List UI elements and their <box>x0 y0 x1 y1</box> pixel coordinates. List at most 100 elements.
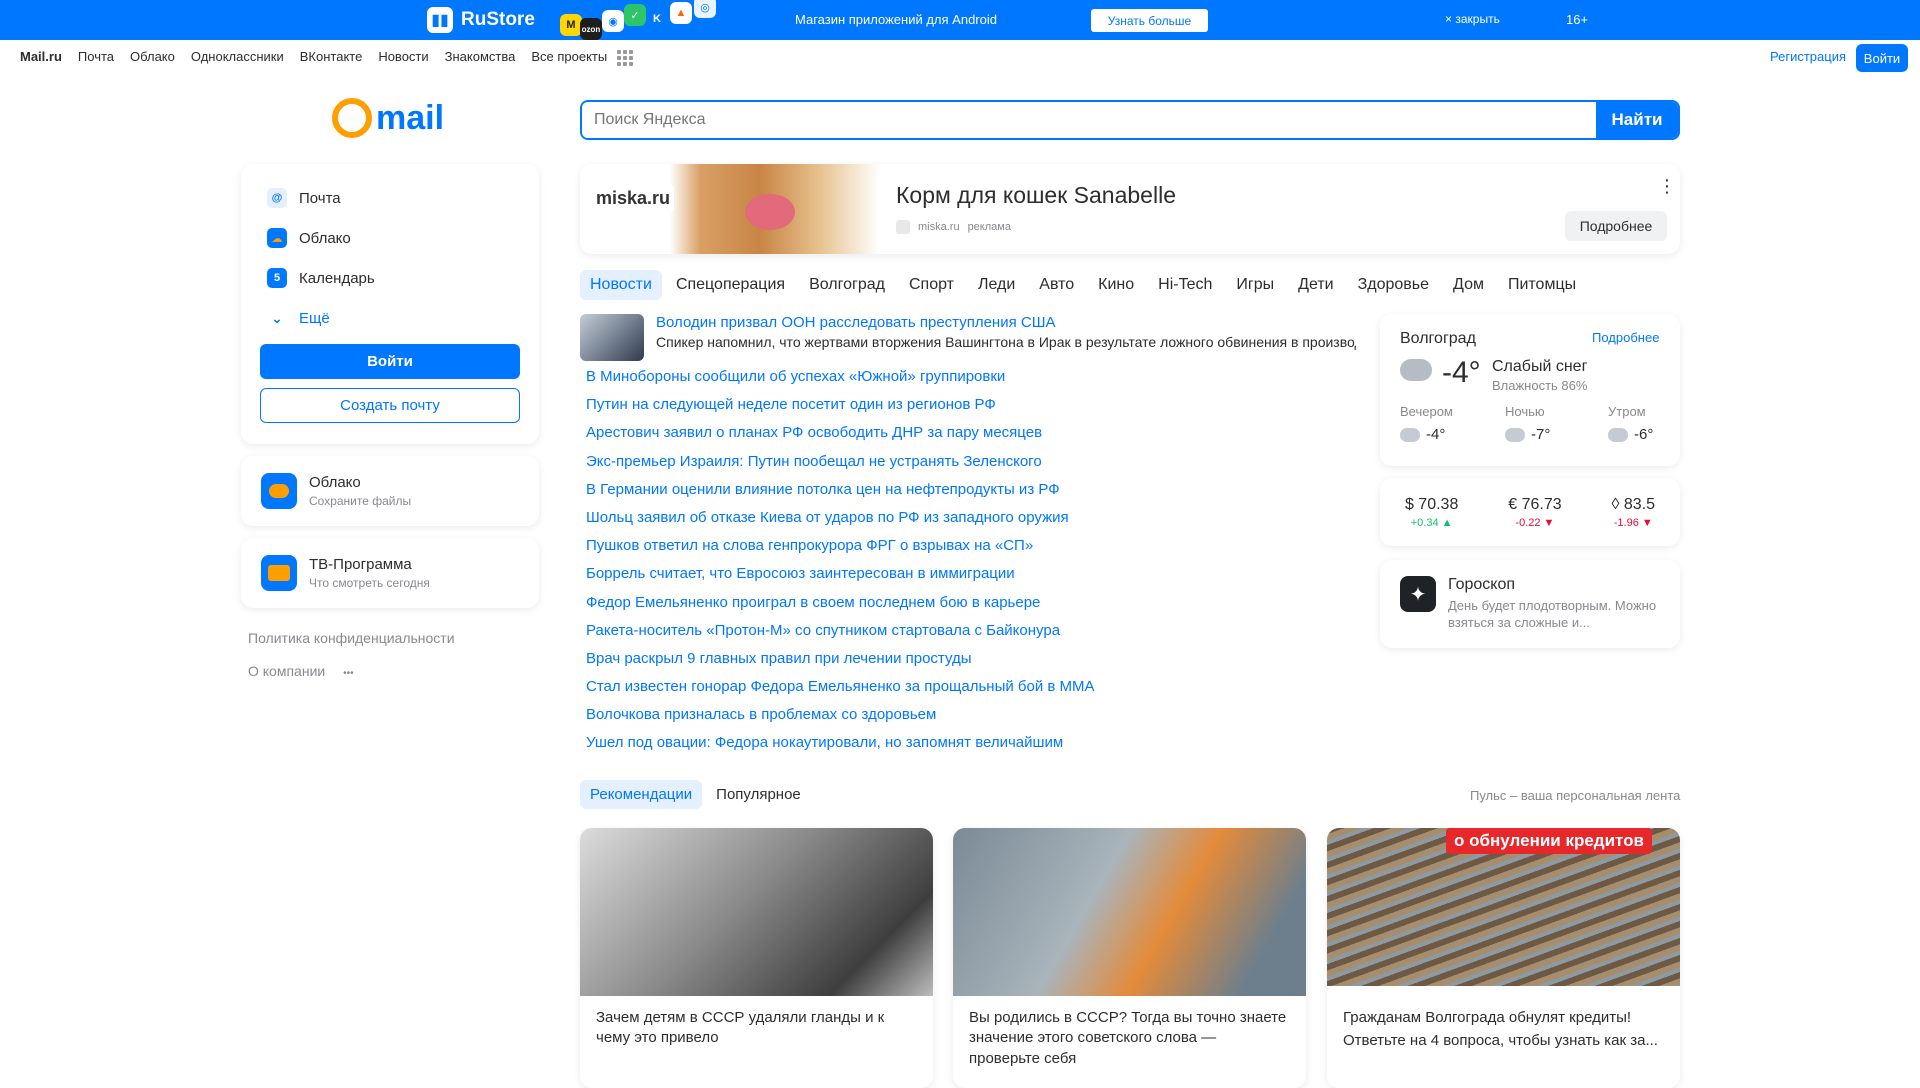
portal-login-button[interactable]: Войти <box>1856 44 1908 72</box>
tab-lady[interactable]: Леди <box>968 270 1025 300</box>
news-item[interactable]: Волочкова призналась в проблемах со здор… <box>586 706 1095 734</box>
news-item[interactable]: Ушел под овации: Федора нокаутировали, н… <box>586 734 1095 762</box>
tab-popular[interactable]: Популярное <box>706 780 811 809</box>
service-cloud[interactable]: ☁ Облако <box>241 218 539 258</box>
about-link[interactable]: О компании <box>248 663 325 679</box>
login-button[interactable]: Войти <box>260 344 520 379</box>
weather-city: Волгоград <box>1400 330 1476 347</box>
weather-widget[interactable]: Волгоград Подробнее -4° Слабый снег Влаж… <box>1380 314 1680 466</box>
tab-health[interactable]: Здоровье <box>1348 270 1439 300</box>
news-item[interactable]: В Германии оценили влияние потолка цен н… <box>586 481 1095 509</box>
ad-card[interactable]: miska.ru Корм для кошек Sanabelle miska.… <box>580 164 1680 254</box>
create-mail-button[interactable]: Создать почту <box>260 388 520 423</box>
feed-card-title: Вы родились в СССР? Тогда вы точно знает… <box>969 1009 1287 1067</box>
portal-link-mail[interactable]: Почта <box>78 49 114 66</box>
currency-eur[interactable]: € 76.73 -0.22 ▼ <box>1508 496 1561 529</box>
banner-close-button[interactable]: × закрыть <box>1445 12 1500 26</box>
service-calendar[interactable]: 5 Календарь <box>241 258 539 298</box>
feed-card[interactable]: Зачем детям в СССР удаляли гланды и к че… <box>580 828 933 1088</box>
pulse-feed-note[interactable]: Пульс – ваша персональная лента <box>1470 788 1680 803</box>
tv-card[interactable]: ТВ-Программа Что смотреть сегодня <box>241 538 539 608</box>
tab-pets[interactable]: Питомцы <box>1498 270 1586 300</box>
ad-title[interactable]: Корм для кошек Sanabelle <box>896 182 1176 209</box>
horoscope-title: Гороскоп <box>1448 576 1516 593</box>
register-link[interactable]: Регистрация <box>1770 49 1846 64</box>
weather-more-link[interactable]: Подробнее <box>1592 330 1659 345</box>
weather-period-label: Ночью <box>1505 404 1545 419</box>
app-icon: ◎ <box>694 0 716 18</box>
tab-special-op[interactable]: Спецоперация <box>666 270 795 300</box>
currency-delta: -0.22 ▼ <box>1515 516 1555 529</box>
tab-sport[interactable]: Спорт <box>899 270 964 300</box>
feed-card-image: о обнулении кредитов <box>1327 828 1680 986</box>
privacy-link[interactable]: Политика конфиденциальности <box>248 630 455 663</box>
news-top-title[interactable]: Володин призвал ООН расследовать преступ… <box>656 314 1356 331</box>
search-button[interactable]: Найти <box>1596 102 1678 138</box>
cloud-card-title: Облако <box>309 474 361 491</box>
sparkle-icon: ✦ <box>1400 576 1436 612</box>
tab-news[interactable]: Новости <box>580 270 662 300</box>
service-mail[interactable]: @ Почта <box>241 178 539 218</box>
news-item[interactable]: Путин на следующей неделе посетит один и… <box>586 396 1095 424</box>
feed-card[interactable]: Вы родились в СССР? Тогда вы точно знает… <box>953 828 1306 1088</box>
rustore-brand[interactable]: ▮▮ RuStore <box>427 7 535 33</box>
portal-link-vk[interactable]: ВКонтакте <box>300 49 363 66</box>
tab-games[interactable]: Игры <box>1226 270 1284 300</box>
portal-link-dating[interactable]: Знакомства <box>445 49 516 66</box>
news-item[interactable]: Врач раскрыл 9 главных правил при лечени… <box>586 650 1095 678</box>
news-item[interactable]: Экс-премьер Израиля: Путин пообещал не у… <box>586 453 1095 481</box>
news-item[interactable]: Ракета-носитель «Протон-М» со спутником … <box>586 622 1095 650</box>
news-item[interactable]: Пушков ответил на слова генпрокурора ФРГ… <box>586 537 1095 565</box>
currency-value: 83.5 <box>1623 495 1656 513</box>
feed-card[interactable]: о обнулении кредитов Гражданам Волгоград… <box>1327 828 1680 1088</box>
tab-volgograd[interactable]: Волгоград <box>799 270 895 300</box>
mail-logo[interactable]: mail <box>332 98 444 138</box>
chevron-down-icon: ⌄ <box>271 309 283 326</box>
portal-brand-link[interactable]: Mail.ru <box>20 49 62 66</box>
weather-humidity: Влажность 86% <box>1492 378 1588 393</box>
portal-all-projects[interactable]: Все проекты <box>531 49 633 66</box>
portal-link-cloud[interactable]: Облако <box>130 49 175 66</box>
service-more[interactable]: ⌄ Ещё <box>241 298 539 338</box>
banner-learn-more-button[interactable]: Узнать больше <box>1091 9 1208 32</box>
portal-link-ok[interactable]: Одноклассники <box>191 49 284 66</box>
more-dots-icon[interactable]: ••• <box>343 668 354 679</box>
login-card: @ Почта ☁ Облако 5 Календарь ⌄ Ещё Войти… <box>241 164 539 444</box>
news-item[interactable]: Стал известен гонорар Федора Емельяненко… <box>586 678 1095 706</box>
tab-hitech[interactable]: Hi-Tech <box>1148 270 1222 300</box>
cloud-card-subtitle: Сохраните файлы <box>309 494 412 508</box>
currency-value: 76.73 <box>1521 495 1562 513</box>
feed-card-title: Зачем детям в СССР удаляли гланды и к че… <box>596 1009 885 1047</box>
tab-home[interactable]: Дом <box>1443 270 1494 300</box>
currency-usd[interactable]: $ 70.38 +0.34 ▲ <box>1405 496 1458 529</box>
news-item[interactable]: Шольц заявил об отказе Киева от ударов п… <box>586 509 1095 537</box>
calendar-icon: 5 <box>267 268 287 288</box>
currency-oil[interactable]: ◊ 83.5 -1.96 ▼ <box>1612 496 1656 529</box>
news-item[interactable]: В Минобороны сообщили об успехах «Южной»… <box>586 368 1095 396</box>
news-item[interactable]: Арестович заявил о планах РФ освободить … <box>586 424 1095 452</box>
ad-more-button[interactable]: Подробнее <box>1565 211 1667 241</box>
cloud-card[interactable]: Облако Сохраните файлы <box>241 456 539 526</box>
currency-widget[interactable]: $ 70.38 +0.34 ▲ € 76.73 -0.22 ▼ ◊ 83.5 -… <box>1380 478 1680 546</box>
about-row: О компании ••• <box>248 663 455 696</box>
news-list: В Минобороны сообщили об успехах «Южной»… <box>586 368 1095 763</box>
ad-menu-icon[interactable]: ⋮ <box>1658 176 1676 197</box>
all-projects-label: Все проекты <box>531 49 608 64</box>
tab-recommendations[interactable]: Рекомендации <box>580 780 703 809</box>
tab-cinema[interactable]: Кино <box>1088 270 1144 300</box>
horoscope-widget[interactable]: ✦ Гороскоп День будет плодотворным. Можн… <box>1380 560 1680 648</box>
portal-link-news[interactable]: Новости <box>378 49 428 66</box>
news-item[interactable]: Боррель считает, что Евросоюз заинтересо… <box>586 565 1095 593</box>
news-top-item[interactable]: Володин призвал ООН расследовать преступ… <box>580 314 1360 361</box>
weather-temp: -4° <box>1442 356 1481 389</box>
tab-kids[interactable]: Дети <box>1288 270 1343 300</box>
tv-icon <box>261 555 297 591</box>
snow-cloud-icon <box>1608 427 1628 442</box>
search-input[interactable] <box>582 102 1596 138</box>
news-item[interactable]: Федор Емельяненко проиграл в своем после… <box>586 594 1095 622</box>
tab-auto[interactable]: Авто <box>1029 270 1084 300</box>
feed-card-image <box>953 828 1306 996</box>
weather-period-label: Вечером <box>1400 404 1453 419</box>
rustore-banner[interactable]: ▮▮ RuStore M ozon ◉ ✓ K ▲ ◎ Магазин прил… <box>0 0 1920 40</box>
currency-value: 70.38 <box>1418 495 1459 513</box>
